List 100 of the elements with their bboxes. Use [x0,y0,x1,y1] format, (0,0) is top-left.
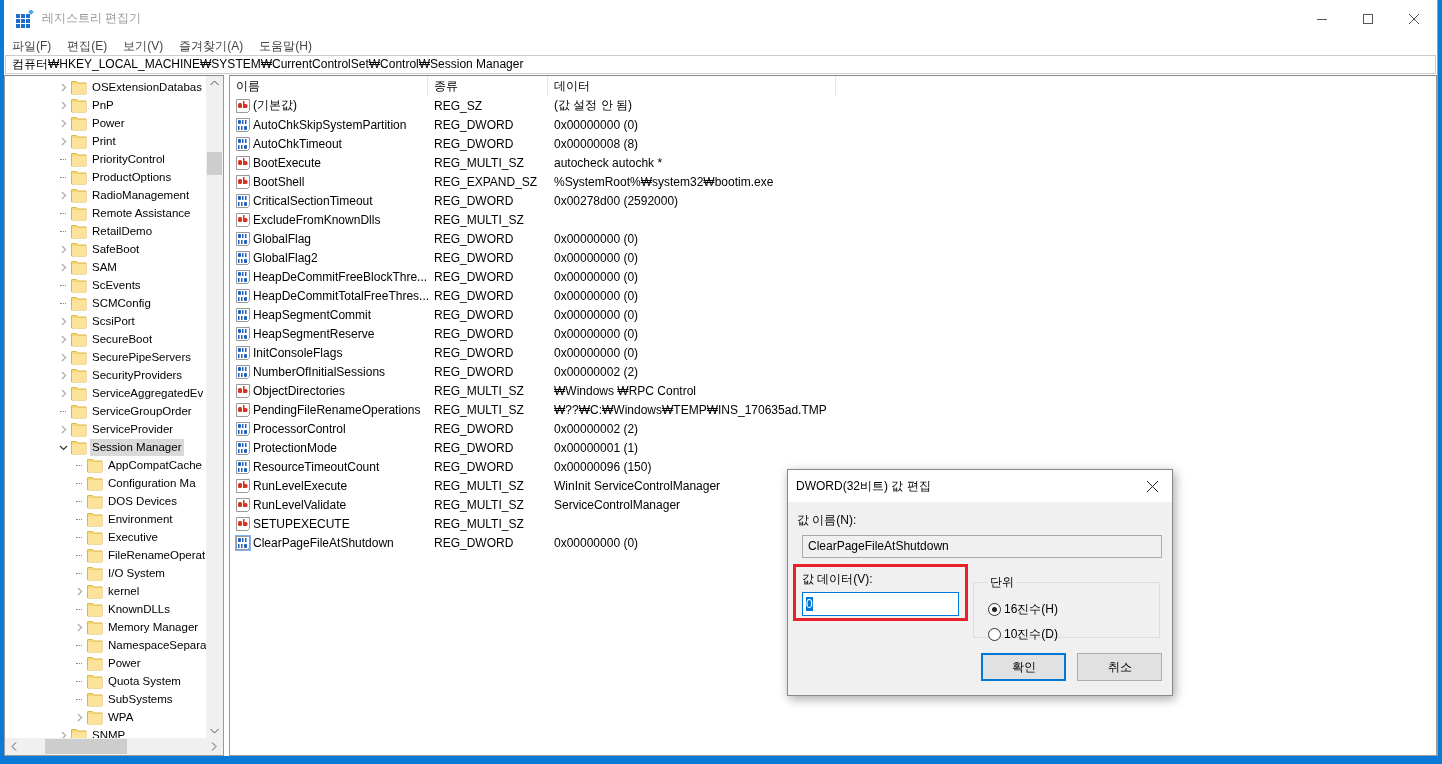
value-name[interactable]: SETUPEXECUTE [253,516,350,531]
tree-item[interactable]: Remote Assistance [90,204,193,222]
tree-item[interactable]: Session Manager [90,438,184,456]
tree-item[interactable]: AppCompatCache [106,456,204,474]
value-name-field[interactable]: ClearPageFileAtShutdown [802,535,1162,558]
tree-item[interactable]: Executive [106,528,160,546]
tree-item[interactable]: KnownDLLs [106,600,172,618]
tree-item[interactable]: WPA [106,708,136,726]
tree-item[interactable]: SNMP [90,726,128,738]
value-data: 0x00000001 (1) [554,440,639,455]
radio-button[interactable] [988,603,1001,616]
value-data-field[interactable]: 0 [802,592,959,616]
tree-item[interactable]: DOS Devices [106,492,180,510]
tree-item[interactable]: Environment [106,510,175,528]
tree-item[interactable]: ServiceAggregatedEv [90,384,206,402]
value-name[interactable]: PendingFileRenameOperations [253,402,421,417]
tree-item[interactable]: ScsiPort [90,312,137,330]
tree-item[interactable]: SCMConfig [90,294,153,312]
value-name[interactable]: HeapDeCommitTotalFreeThres... [253,288,430,303]
tree-item[interactable]: Power [90,114,127,132]
scrollbar-thumb[interactable] [45,739,127,754]
scrollbar-thumb[interactable] [207,152,222,175]
value-name[interactable]: AutoChkSkipSystemPartition [253,117,407,132]
tree-item[interactable]: Print [90,132,118,150]
tree-item[interactable]: I/O System [106,564,167,582]
value-name[interactable]: ClearPageFileAtShutdown [253,535,394,550]
radio-label[interactable]: 10진수(D) [1004,626,1058,643]
tree-item[interactable]: ServiceProvider [90,420,176,438]
tree-item[interactable]: SecureBoot [90,330,155,348]
value-name[interactable]: ProcessorControl [253,421,346,436]
vertical-scrollbar[interactable] [206,76,223,738]
value-data: 0x00000096 (150) [554,459,652,474]
value-type: REG_DWORD [434,117,514,132]
tree-item[interactable]: ScEvents [90,276,143,294]
menu-item[interactable]: 보기(V) [121,37,166,55]
registry-icon [16,9,34,28]
value-name[interactable]: CriticalSectionTimeout [253,193,373,208]
scroll-up-icon[interactable] [210,80,219,86]
value-name[interactable]: InitConsoleFlags [253,345,343,360]
value-name[interactable]: GlobalFlag [253,231,312,246]
tree-item[interactable]: FileRenameOperat [106,546,206,564]
value-name[interactable]: NumberOfInitialSessions [253,364,386,379]
value-name[interactable]: BootExecute [253,155,322,170]
value-name[interactable]: HeapDeCommitFreeBlockThre... [253,269,428,284]
value-type: REG_MULTI_SZ [434,212,524,227]
tree-item[interactable]: SAM [90,258,119,276]
value-data: (값 설정 안 됨) [554,97,632,114]
value-data: 0x00000000 (0) [554,117,639,132]
ok-button[interactable]: 확인 [981,653,1066,681]
value-type: REG_DWORD [434,136,514,151]
value-name[interactable]: ObjectDirectories [253,383,346,398]
column-header[interactable]: 이름 [230,76,428,96]
radio-label[interactable]: 16진수(H) [1004,601,1058,618]
value-name[interactable]: HeapSegmentCommit [253,307,372,322]
value-type: REG_EXPAND_SZ [434,174,538,189]
tree-item[interactable]: NamespaceSepara [106,636,206,654]
tree-item[interactable]: Power [106,654,143,672]
scroll-right-icon[interactable] [211,742,217,751]
value-name[interactable]: ExcludeFromKnownDlls [253,212,381,227]
address-bar[interactable]: 컴퓨터₩HKEY_LOCAL_MACHINE₩SYSTEM₩CurrentControlSet₩Control₩Session Manager [5,55,1436,74]
folder-icon [87,511,103,527]
column-header[interactable]: 종류 [428,76,548,96]
value-name[interactable]: GlobalFlag2 [253,250,318,265]
menu-item[interactable]: 즐겨찾기(A) [177,37,246,55]
value-name[interactable]: (기본값) [253,97,297,114]
menu-item[interactable]: 편집(E) [65,37,110,55]
tree-item[interactable]: PriorityControl [90,150,167,168]
tree-item[interactable]: Memory Manager [106,618,201,636]
tree-item[interactable]: SafeBoot [90,240,142,258]
value-type: REG_MULTI_SZ [434,478,524,493]
value-name[interactable]: AutoChkTimeout [253,136,342,151]
tree-item[interactable]: PnP [90,96,116,114]
menu-item[interactable]: 파일(F) [10,37,54,55]
value-type: REG_DWORD [434,345,514,360]
close-icon [1146,480,1158,492]
value-name[interactable]: RunLevelValidate [253,497,347,512]
value-name[interactable]: ResourceTimeoutCount [253,459,380,474]
horizontal-scrollbar[interactable] [5,738,223,755]
column-header[interactable]: 데이터 [548,76,836,96]
value-name[interactable]: RunLevelExecute [253,478,348,493]
tree-item[interactable]: OSExtensionDatabas [90,78,204,96]
tree-item[interactable]: kernel [106,582,142,600]
menu-item[interactable]: 도움말(H) [257,37,314,55]
tree-item[interactable]: Configuration Ma [106,474,198,492]
value-name[interactable]: BootShell [253,174,305,189]
tree-item[interactable]: RadioManagement [90,186,192,204]
tree-item[interactable]: Quota System [106,672,183,690]
radio-button[interactable] [988,628,1001,641]
value-name[interactable]: ProtectionMode [253,440,338,455]
scroll-left-icon[interactable] [11,742,17,751]
tree-item[interactable]: SecurePipeServers [90,348,194,366]
scroll-down-icon[interactable] [210,728,219,734]
tree-item[interactable]: SubSystems [106,690,175,708]
tree-item[interactable]: ProductOptions [90,168,174,186]
tree-item[interactable]: ServiceGroupOrder [90,402,194,420]
tree-item[interactable]: SecurityProviders [90,366,185,384]
value-name[interactable]: HeapSegmentReserve [253,326,375,341]
tree-item[interactable]: RetailDemo [90,222,155,240]
value-type: REG_DWORD [434,269,514,284]
cancel-button[interactable]: 취소 [1077,653,1162,681]
